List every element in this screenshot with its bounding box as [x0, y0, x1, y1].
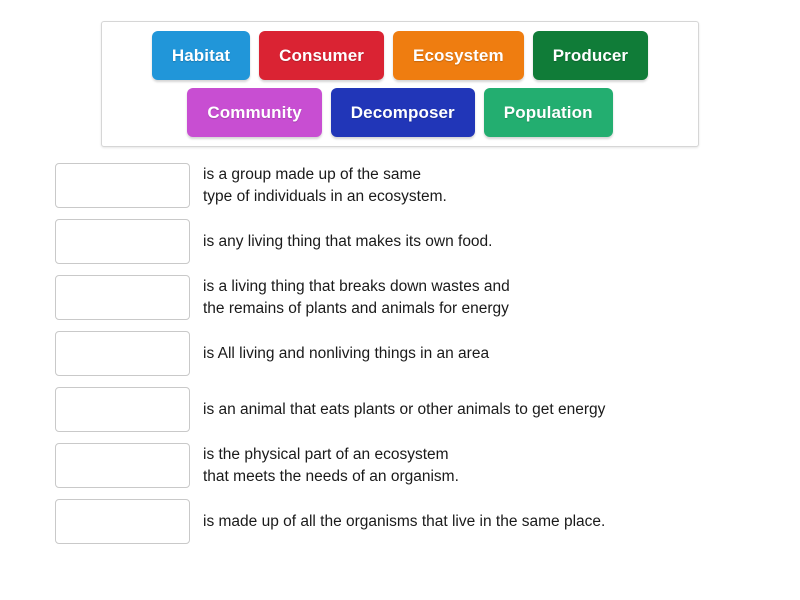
- definition-row: is All living and nonliving things in an…: [0, 331, 800, 376]
- answer-drop-zone-1[interactable]: [55, 163, 190, 208]
- definition-row: is made up of all the organisms that liv…: [0, 499, 800, 544]
- definition-text-2: is any living thing that makes its own f…: [203, 232, 493, 250]
- word-bank-row-1: Habitat Consumer Ecosystem Producer: [102, 31, 698, 80]
- definition-text-3: is a living thing that breaks down waste…: [203, 277, 510, 317]
- answer-drop-zone-7[interactable]: [55, 499, 190, 544]
- definition-text-7: is made up of all the organisms that liv…: [203, 512, 606, 530]
- answer-drop-zone-5[interactable]: [55, 387, 190, 432]
- definition-text-1: is a group made up of the same type of i…: [203, 165, 447, 205]
- definition-row: is an animal that eats plants or other a…: [0, 387, 800, 432]
- word-tile-habitat[interactable]: Habitat: [151, 31, 251, 80]
- word-tile-population[interactable]: Population: [483, 88, 613, 137]
- word-bank-row-2: Community Decomposer Population: [102, 88, 698, 137]
- word-bank-panel: Habitat Consumer Ecosystem Producer Comm…: [101, 21, 699, 147]
- definition-row: is a group made up of the same type of i…: [0, 163, 800, 208]
- answer-drop-zone-3[interactable]: [55, 275, 190, 320]
- definition-row: is a living thing that breaks down waste…: [0, 275, 800, 320]
- word-tile-community[interactable]: Community: [187, 88, 322, 137]
- word-tile-producer[interactable]: Producer: [532, 31, 649, 80]
- definition-row: is any living thing that makes its own f…: [0, 219, 800, 264]
- definition-text-6: is the physical part of an ecosystem tha…: [203, 445, 459, 485]
- definition-row: is the physical part of an ecosystem tha…: [0, 443, 800, 488]
- word-tile-consumer[interactable]: Consumer: [259, 31, 385, 80]
- answer-drop-zone-4[interactable]: [55, 331, 190, 376]
- definition-text-4: is All living and nonliving things in an…: [203, 344, 490, 362]
- word-tile-ecosystem[interactable]: Ecosystem: [393, 31, 524, 80]
- word-tile-decomposer[interactable]: Decomposer: [330, 88, 475, 137]
- answer-drop-zone-6[interactable]: [55, 443, 190, 488]
- definition-list: is a group made up of the same type of i…: [0, 163, 800, 555]
- definition-text-5: is an animal that eats plants or other a…: [203, 400, 606, 418]
- answer-drop-zone-2[interactable]: [55, 219, 190, 264]
